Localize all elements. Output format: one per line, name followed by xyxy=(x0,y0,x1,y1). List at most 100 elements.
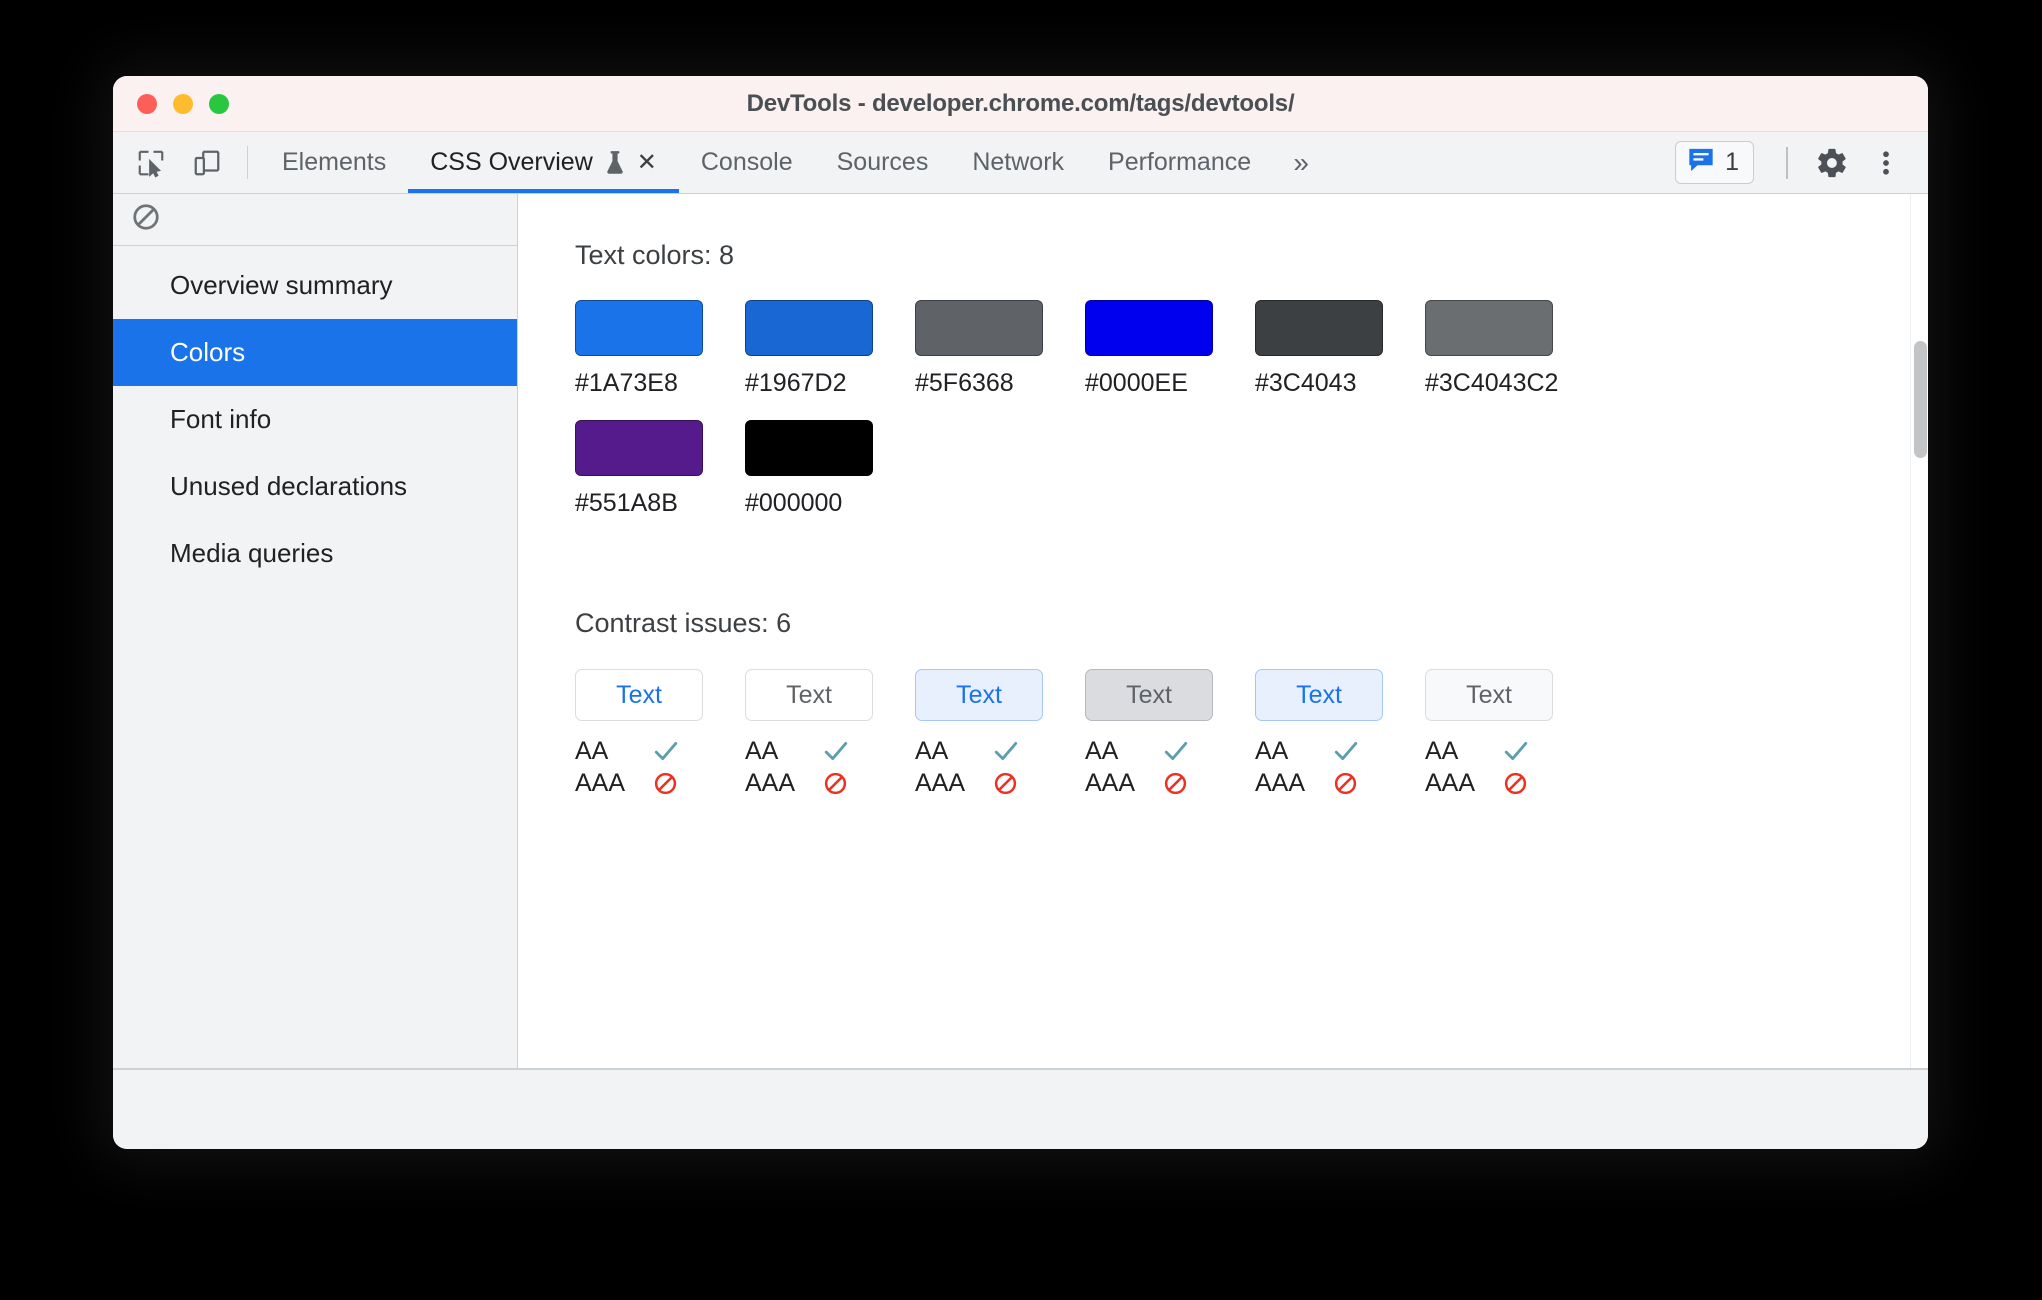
scrollbar-thumb[interactable] xyxy=(1914,341,1927,458)
sidebar-item-label: Unused declarations xyxy=(170,471,408,501)
color-swatch-cell: #000000 xyxy=(745,420,915,518)
experiment-flask-icon xyxy=(604,150,626,176)
contrast-level-aa: AA xyxy=(1085,735,1255,767)
color-swatch[interactable] xyxy=(575,420,703,476)
checkmark-icon xyxy=(1163,740,1197,762)
contrast-level-aa: AA xyxy=(1255,735,1425,767)
color-swatch-label: #000000 xyxy=(745,489,843,517)
contrast-sample-tile[interactable]: Text xyxy=(575,669,703,721)
close-window-icon[interactable] xyxy=(137,93,157,114)
color-swatch[interactable] xyxy=(575,300,703,356)
clear-overview-icon[interactable] xyxy=(131,202,161,237)
contrast-sample-tile[interactable]: Text xyxy=(1255,669,1383,721)
text-colors-heading: Text colors: 8 xyxy=(575,240,735,270)
devtools-drawer xyxy=(113,1069,1928,1149)
color-swatch[interactable] xyxy=(745,420,873,476)
contrast-level-aa: AA xyxy=(575,735,745,767)
devtools-window: DevTools - developer.chrome.com/tags/dev… xyxy=(113,76,1928,1149)
contrast-level-label: AA xyxy=(745,736,779,765)
color-swatch-cell: #0000EE xyxy=(1085,300,1255,398)
tab-label: Sources xyxy=(836,148,929,176)
issues-speech-bubble-icon xyxy=(1687,147,1715,178)
color-swatch-label: #0000EE xyxy=(1085,369,1188,397)
sidebar-item-list: Overview summary Colors Font info Unused… xyxy=(113,246,517,587)
contrast-issues-heading: Contrast issues: 6 xyxy=(575,608,792,638)
sidebar-item-overview-summary[interactable]: Overview summary xyxy=(113,252,517,319)
screen-background: DevTools - developer.chrome.com/tags/dev… xyxy=(0,0,2042,1300)
contrast-sample-tile[interactable]: Text xyxy=(745,669,873,721)
color-swatch[interactable] xyxy=(1425,300,1553,356)
window-title: DevTools - developer.chrome.com/tags/dev… xyxy=(746,89,1295,117)
checkmark-icon xyxy=(1333,740,1367,762)
color-swatch-label: #5F6368 xyxy=(915,369,1014,397)
kebab-menu-icon[interactable] xyxy=(1862,139,1910,187)
tab-sources[interactable]: Sources xyxy=(815,132,951,193)
color-swatch-cell: #3C4043 xyxy=(1255,300,1425,398)
contrast-level-aaa: AAA xyxy=(575,767,745,799)
color-swatch[interactable] xyxy=(745,300,873,356)
issues-button[interactable]: 1 xyxy=(1675,141,1754,184)
color-swatch-label: #551A8B xyxy=(575,489,678,517)
checkmark-icon xyxy=(823,740,857,762)
color-swatch[interactable] xyxy=(1085,300,1213,356)
main-scrollbar[interactable] xyxy=(1910,194,1928,1068)
contrast-levels: AA AAA xyxy=(1255,735,1425,799)
contrast-level-aaa: AAA xyxy=(1085,767,1255,799)
tab-performance[interactable]: Performance xyxy=(1086,132,1273,193)
contrast-issue-cell: Text AA AAA xyxy=(1085,669,1255,799)
contrast-sample-tile[interactable]: Text xyxy=(915,669,1043,721)
contrast-level-label: AAA xyxy=(1255,768,1306,797)
color-swatch-cell: #1967D2 xyxy=(745,300,915,398)
contrast-sample-tile[interactable]: Text xyxy=(1425,669,1553,721)
contrast-levels: AA AAA xyxy=(1085,735,1255,799)
minimize-window-icon[interactable] xyxy=(173,93,193,114)
tab-network[interactable]: Network xyxy=(950,132,1086,193)
sidebar-item-label: Font info xyxy=(170,404,272,434)
contrast-sample-tile[interactable]: Text xyxy=(1085,669,1213,721)
contrast-levels: AA AAA xyxy=(575,735,745,799)
maximize-window-icon[interactable] xyxy=(209,93,229,114)
contrast-issue-cell: Text AA AAA xyxy=(915,669,1085,799)
no-entry-icon xyxy=(823,771,857,796)
no-entry-icon xyxy=(1333,771,1367,796)
css-overview-sidebar: Overview summary Colors Font info Unused… xyxy=(113,194,518,1068)
more-tabs-icon[interactable]: » xyxy=(1273,132,1329,193)
contrast-level-label: AAA xyxy=(575,768,626,797)
contrast-level-label: AAA xyxy=(1425,768,1476,797)
color-swatch-label: #1967D2 xyxy=(745,369,847,397)
color-swatch[interactable] xyxy=(915,300,1043,356)
sidebar-item-media-queries[interactable]: Media queries xyxy=(113,520,517,587)
device-toolbar-icon[interactable] xyxy=(179,132,235,193)
checkmark-icon xyxy=(653,740,687,762)
contrast-level-aa: AA xyxy=(745,735,915,767)
close-tab-icon[interactable]: ✕ xyxy=(637,150,657,175)
sidebar-toolbar xyxy=(113,194,517,246)
sidebar-item-colors[interactable]: Colors xyxy=(113,319,517,386)
color-swatch-cell: #551A8B xyxy=(575,420,745,518)
contrast-issues-grid: Text AA AAA Text AA AAA Text AA AAA Text… xyxy=(575,669,1595,841)
main-content: Text colors: 8 #1A73E8 #1967D2 #5F6368 #… xyxy=(518,194,1928,841)
tab-css-overview[interactable]: CSS Overview ✕ xyxy=(408,132,679,193)
sidebar-item-unused-declarations[interactable]: Unused declarations xyxy=(113,453,517,520)
contrast-level-label: AA xyxy=(915,736,949,765)
no-entry-icon xyxy=(1163,771,1197,796)
toolbar-divider-right xyxy=(1786,146,1788,179)
inspect-element-icon[interactable] xyxy=(123,132,179,193)
checkmark-icon xyxy=(1503,740,1537,762)
color-swatch-label: #3C4043C2 xyxy=(1425,369,1559,397)
color-swatch-cell: #5F6368 xyxy=(915,300,1085,398)
tab-label: Performance xyxy=(1108,148,1252,176)
traffic-light-buttons xyxy=(137,93,229,114)
gear-icon[interactable] xyxy=(1808,139,1856,187)
checkmark-icon xyxy=(993,740,1027,762)
sidebar-item-font-info[interactable]: Font info xyxy=(113,386,517,453)
tab-elements[interactable]: Elements xyxy=(260,132,408,193)
tab-console[interactable]: Console xyxy=(679,132,815,193)
color-swatch[interactable] xyxy=(1255,300,1383,356)
sidebar-item-label: Overview summary xyxy=(170,270,393,300)
tab-label: Network xyxy=(972,148,1065,176)
window-titlebar: DevTools - developer.chrome.com/tags/dev… xyxy=(113,76,1928,132)
toolbar-divider xyxy=(247,146,248,179)
contrast-level-aa: AA xyxy=(1425,735,1595,767)
contrast-level-aaa: AAA xyxy=(745,767,915,799)
